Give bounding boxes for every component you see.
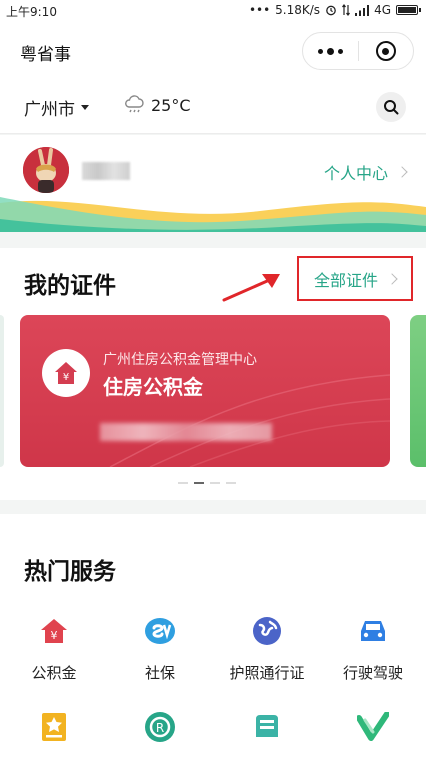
temperature: 25°C xyxy=(151,95,191,115)
more-dot-icon xyxy=(338,48,343,54)
city-name: 广州市 xyxy=(24,100,75,120)
check-leaf-icon xyxy=(356,710,390,744)
weather: 25°C xyxy=(123,95,191,115)
service-item-passport[interactable]: 护照通行证 xyxy=(217,614,317,683)
wave-decoration xyxy=(0,197,426,232)
svg-text:R: R xyxy=(156,721,164,735)
flower-badge-icon: R xyxy=(143,710,177,744)
service-item-social-security[interactable]: 社保 xyxy=(110,614,210,683)
service-label: 护照通行证 xyxy=(229,664,305,682)
avatar-image xyxy=(23,147,69,193)
service-item-housing-fund[interactable]: ¥ 公积金 xyxy=(4,614,104,683)
service-item-6[interactable]: R xyxy=(110,710,210,744)
location-bar: 广州市 25°C xyxy=(0,80,426,134)
svg-text:¥: ¥ xyxy=(51,629,58,642)
status-bar: 上午9:10 ••• 5.18K/s 4G xyxy=(0,0,426,22)
service-label: 公积金 xyxy=(31,664,77,682)
service-item-5[interactable] xyxy=(4,710,104,744)
my-certificates-section: 我的证件 全部证件 ¥ 广州住房公积金管理中心 住房公积金 xyxy=(0,248,426,500)
social-security-icon xyxy=(143,614,177,648)
more-menu-button[interactable] xyxy=(303,33,358,69)
section-title: 热门服务 xyxy=(24,559,116,585)
service-item-8[interactable] xyxy=(323,710,423,744)
app-title: 粤省事 xyxy=(20,45,71,65)
house-fund-icon: ¥ xyxy=(37,614,71,648)
network-type: 4G xyxy=(374,3,391,17)
status-more-dots: ••• xyxy=(248,3,271,17)
personal-center-link[interactable]: 个人中心 xyxy=(323,160,408,184)
svg-text:¥: ¥ xyxy=(63,372,69,383)
all-certificates-link[interactable]: 全部证件 xyxy=(297,256,413,301)
more-dot-icon xyxy=(318,48,323,54)
car-icon xyxy=(356,614,390,648)
signal-icon xyxy=(355,4,370,16)
avatar[interactable] xyxy=(23,147,69,193)
target-close-icon xyxy=(375,41,396,61)
certificate-card[interactable]: ¥ 广州住房公积金管理中心 住房公积金 xyxy=(20,315,390,467)
section-title: 我的证件 xyxy=(24,273,116,299)
red-arrow-annotation xyxy=(222,274,280,302)
alarm-icon xyxy=(326,5,336,16)
carousel-indicator xyxy=(178,482,236,484)
star-card-icon xyxy=(37,710,71,744)
status-indicators: ••• 5.18K/s 4G xyxy=(248,3,421,17)
city-selector[interactable]: 广州市 xyxy=(24,95,89,120)
search-button[interactable] xyxy=(376,92,406,122)
passport-globe-icon xyxy=(250,614,284,648)
carousel-dot xyxy=(178,482,188,484)
user-panel: 个人中心 xyxy=(0,135,426,232)
carousel-dot-active xyxy=(194,482,204,484)
status-time: 上午9:10 xyxy=(6,5,57,19)
personal-center-label: 个人中心 xyxy=(323,164,388,183)
dropdown-triangle-icon xyxy=(81,105,89,110)
service-item-vehicle-license[interactable]: 行驶驾驶 xyxy=(323,614,423,683)
carousel-dot xyxy=(210,482,220,484)
search-icon xyxy=(384,100,399,115)
close-button[interactable] xyxy=(359,33,413,69)
popular-services-section: 热门服务 ¥ 公积金 社保 护照通行证 行驶驾驶 R xyxy=(0,514,426,757)
service-label: 行驶驾驶 xyxy=(342,664,403,682)
service-label: 社保 xyxy=(144,664,175,682)
network-speed: 5.18K/s xyxy=(275,3,321,17)
next-card-peek[interactable] xyxy=(410,315,426,467)
carousel-dot xyxy=(226,482,236,484)
all-certificates-label: 全部证件 xyxy=(313,270,378,290)
previous-card-peek[interactable] xyxy=(0,315,4,467)
card-number-masked xyxy=(100,423,272,441)
house-fund-icon: ¥ xyxy=(42,349,90,397)
app-header: 粤省事 xyxy=(0,22,426,80)
more-dot-icon xyxy=(327,47,334,55)
cloud-rain-icon xyxy=(125,95,144,113)
card-organization: 广州住房公积金管理中心 xyxy=(103,352,257,368)
mini-program-capsule xyxy=(302,32,414,70)
data-arrows-icon xyxy=(342,4,351,16)
bus-icon xyxy=(250,710,284,744)
card-name: 住房公积金 xyxy=(103,375,203,399)
chevron-right-icon xyxy=(396,166,408,178)
battery-icon xyxy=(396,5,421,15)
username-masked xyxy=(82,162,130,180)
chevron-right-icon xyxy=(386,272,398,285)
service-item-7[interactable] xyxy=(217,710,317,744)
